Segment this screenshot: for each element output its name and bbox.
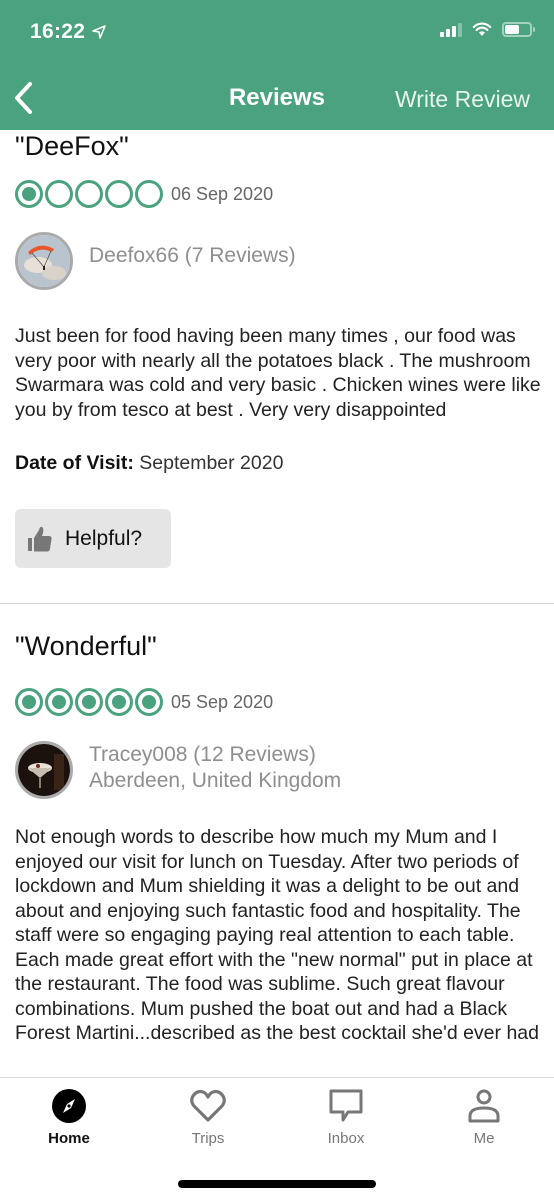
review-text: Just been for food having been many time… [15, 325, 541, 421]
helpful-label: Helpful? [65, 526, 143, 550]
rating-bubble-filled [15, 180, 43, 208]
chevron-left-icon [15, 82, 32, 114]
rating-dot [112, 695, 126, 709]
review-title: "DeeFox" [15, 131, 129, 161]
tab-inbox[interactable]: Inbox [296, 1088, 396, 1147]
date-of-visit-label: Date of Visit: [15, 452, 134, 474]
review-date: 05 Sep 2020 [171, 692, 274, 712]
date-of-visit: Date of Visit: September 2020 [15, 452, 283, 475]
status-icons [440, 22, 535, 37]
rating-bubble-filled [75, 688, 103, 716]
home-indicator[interactable] [178, 1180, 376, 1188]
tab-label: Inbox [327, 1130, 365, 1147]
date-of-visit-value: September 2020 [139, 452, 284, 474]
status-bar-time: 16:22 [30, 20, 107, 44]
app-header: 16:22 Reviews Write Review [0, 0, 554, 130]
rating-dot [22, 187, 36, 201]
compass-icon [52, 1089, 86, 1123]
location-arrow-icon [92, 25, 107, 39]
rating-dot [52, 695, 66, 709]
time-text: 16:22 [30, 20, 86, 43]
rating-dot [82, 695, 96, 709]
review-date: 06 Sep 2020 [171, 184, 274, 204]
battery-icon [502, 22, 535, 37]
reviews-list[interactable]: "DeeFox" 06 Sep 2020 Deefox66 (7 Reviews… [0, 130, 554, 1077]
reviewer-name[interactable]: Tracey008 (12 Reviews) [89, 742, 316, 768]
rating-bubble-filled [135, 688, 163, 716]
person-icon [468, 1089, 500, 1123]
page-title: Reviews [228, 84, 326, 111]
tab-me[interactable]: Me [434, 1088, 534, 1147]
tab-label: Home [48, 1130, 90, 1147]
reviewer-location: Aberdeen, United Kingdom [89, 769, 342, 792]
tab-label: Me [473, 1130, 495, 1147]
rating-bubbles [15, 688, 163, 716]
rating-bubble-empty [75, 180, 103, 208]
tab-trips[interactable]: Trips [158, 1088, 258, 1147]
rating-bubble-filled [105, 688, 133, 716]
rating-bubble-empty [45, 180, 73, 208]
review-title: "Wonderful" [15, 631, 157, 661]
reviewer-name[interactable]: Deefox66 (7 Reviews) [89, 243, 296, 269]
rating-bubble-empty [135, 180, 163, 208]
wifi-icon [472, 22, 492, 36]
rating-dot [22, 695, 36, 709]
avatar-paraglider-image [18, 235, 70, 287]
helpful-button[interactable]: Helpful? [15, 509, 171, 568]
tab-home[interactable]: Home [19, 1088, 119, 1147]
rating-bubble-filled [45, 688, 73, 716]
thumbs-up-icon [28, 526, 52, 551]
rating-bubble-empty [105, 180, 133, 208]
back-button[interactable] [12, 80, 42, 116]
review-text: Not enough words to describe how much my… [15, 826, 539, 1044]
avatar-cocktail-image [18, 744, 70, 796]
message-icon [329, 1089, 363, 1122]
avatar[interactable] [15, 741, 73, 799]
rating-bubbles [15, 180, 163, 208]
rating-bubble-filled [15, 688, 43, 716]
rating-dot [142, 695, 156, 709]
tab-label: Trips [191, 1130, 225, 1147]
review-divider [0, 603, 554, 604]
write-review-button[interactable]: Write Review [395, 86, 530, 113]
heart-icon [190, 1089, 226, 1122]
avatar[interactable] [15, 232, 73, 290]
cellular-signal-icon [440, 22, 462, 37]
